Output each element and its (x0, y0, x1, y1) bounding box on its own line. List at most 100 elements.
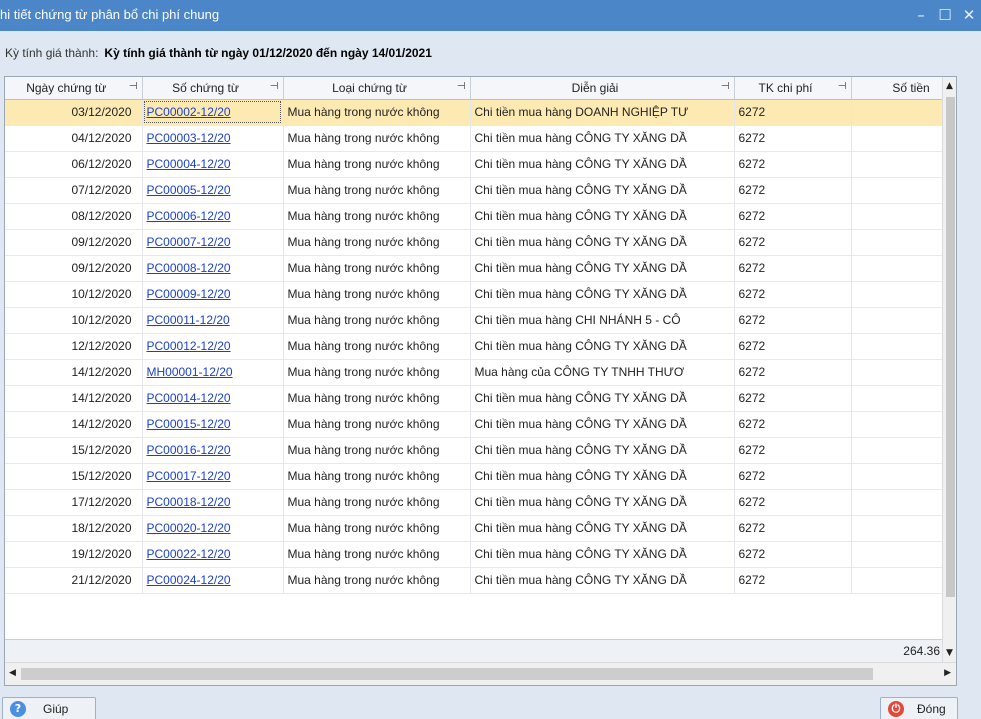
column-header-tk[interactable]: TK chi phí ⊣ (734, 77, 852, 100)
voucher-link[interactable]: PC00016-12/20 (147, 443, 231, 457)
pin-icon[interactable]: ⊣ (457, 81, 466, 92)
maximize-icon[interactable]: ☐ (934, 3, 956, 27)
table-row[interactable]: 15/12/2020 PC00017-12/20 Mua hàng trong nư… (5, 463, 942, 490)
cell-amt: 3.09 (851, 541, 942, 568)
cell-amt: 120.98 (851, 359, 942, 386)
voucher-link[interactable]: PC00024-12/20 (147, 573, 231, 587)
cell-so: PC00024-12/20 (142, 567, 284, 594)
cell-loai: Mua hàng trong nước không (283, 333, 471, 360)
table-row[interactable]: 12/12/2020 PC00012-12/20 Mua hàng trong nư… (5, 333, 942, 360)
cell-loai: Mua hàng trong nước không (283, 489, 471, 516)
close-window-icon[interactable]: ✕ (958, 3, 980, 27)
table-row[interactable]: 07/12/2020 PC00005-12/20 Mua hàng trong nư… (5, 177, 942, 204)
voucher-link[interactable]: PC00008-12/20 (147, 261, 231, 275)
table-row[interactable]: 15/12/2020 PC00016-12/20 Mua hàng trong nư… (5, 437, 942, 464)
voucher-link[interactable]: PC00003-12/20 (147, 131, 231, 145)
cell-date: 10/12/2020 (5, 281, 143, 308)
horizontal-scroll-thumb[interactable] (21, 668, 873, 680)
cell-so: PC00012-12/20 (142, 333, 284, 360)
table-row[interactable]: 04/12/2020 PC00003-12/20 Mua hàng trong nư… (5, 125, 942, 152)
voucher-link[interactable]: PC00012-12/20 (147, 339, 231, 353)
column-header-amt[interactable]: Số tiền (851, 77, 942, 100)
table-row[interactable]: 03/12/2020 PC00002-12/20 Mua hàng trong nư… (5, 99, 942, 126)
voucher-link[interactable]: PC00005-12/20 (147, 183, 231, 197)
cell-dien: Chi tiền mua hàng CÔNG TY XĂNG DẦ (470, 463, 735, 490)
scroll-down-icon[interactable]: ▼ (946, 648, 953, 658)
table-row[interactable]: 14/12/2020 MH00001-12/20 Mua hàng trong nư… (5, 359, 942, 386)
cell-so: PC00015-12/20 (142, 411, 284, 438)
scroll-up-icon[interactable]: ▲ (946, 81, 953, 91)
pin-icon[interactable]: ⊣ (270, 81, 279, 92)
cell-tk: 6272 (734, 307, 852, 334)
voucher-link[interactable]: PC00007-12/20 (147, 235, 231, 249)
cell-date: 14/12/2020 (5, 359, 143, 386)
column-header-so[interactable]: Số chứng từ ⊣ (142, 77, 284, 100)
scroll-right-icon[interactable]: ▶ (944, 668, 951, 678)
cell-so: PC00007-12/20 (142, 229, 284, 256)
cell-date: 15/12/2020 (5, 437, 143, 464)
column-header-loai[interactable]: Loại chứng từ ⊣ (283, 77, 471, 100)
table-row[interactable]: 14/12/2020 PC00015-12/20 Mua hàng trong nư… (5, 411, 942, 438)
cell-amt: 3.58 (851, 255, 942, 282)
cell-so: PC00016-12/20 (142, 437, 284, 464)
cell-so: PC00003-12/20 (142, 125, 284, 152)
voucher-link[interactable]: MH00001-12/20 (147, 365, 233, 379)
close-button[interactable]: ⏻ Đóng (880, 697, 958, 719)
cell-amt: 4.54 (851, 567, 942, 594)
window-title: hi tiết chứng từ phân bổ chi phí chung (0, 7, 220, 22)
cell-so: PC00005-12/20 (142, 177, 284, 204)
voucher-link[interactable]: PC00020-12/20 (147, 521, 231, 535)
column-header-label: Số tiền (892, 80, 930, 95)
help-button[interactable]: ? Giúp (2, 697, 96, 719)
column-header-label: TK chi phí (758, 80, 813, 95)
cell-amt: 2.72 (851, 385, 942, 412)
voucher-link[interactable]: PC00002-12/20 (147, 105, 231, 119)
voucher-link[interactable]: PC00011-12/20 (147, 313, 230, 327)
voucher-link[interactable]: PC00006-12/20 (147, 209, 231, 223)
table-row[interactable]: 19/12/2020 PC00022-12/20 Mua hàng trong nư… (5, 541, 942, 568)
cell-dien: Chi tiền mua hàng CÔNG TY XĂNG DẦ (470, 567, 735, 594)
cell-tk: 6272 (734, 463, 852, 490)
cell-date: 15/12/2020 (5, 463, 143, 490)
voucher-table: Ngày chứng từ ⊣ Số chứng từ ⊣ Loại chứng từ ⊣… (5, 77, 942, 594)
voucher-link[interactable]: PC00004-12/20 (147, 157, 231, 171)
column-header-date[interactable]: Ngày chứng từ ⊣ (5, 77, 143, 100)
table-row[interactable]: 06/12/2020 PC00004-12/20 Mua hàng trong nư… (5, 151, 942, 178)
table-row[interactable]: 09/12/2020 PC00008-12/20 Mua hàng trong nư… (5, 255, 942, 282)
pin-icon[interactable]: ⊣ (721, 81, 730, 92)
cell-tk: 6272 (734, 359, 852, 386)
pin-icon[interactable]: ⊣ (129, 81, 138, 92)
table-row[interactable]: 18/12/2020 PC00020-12/20 Mua hàng trong nư… (5, 515, 942, 542)
voucher-link[interactable]: PC00022-12/20 (147, 547, 231, 561)
voucher-link[interactable]: PC00017-12/20 (147, 469, 231, 483)
cell-dien: Chi tiền mua hàng CÔNG TY XĂNG DẦ (470, 437, 735, 464)
horizontal-scrollbar[interactable]: ◀ ▶ (5, 662, 956, 685)
voucher-link[interactable]: PC00015-12/20 (147, 417, 231, 431)
cell-date: 04/12/2020 (5, 125, 143, 152)
cell-dien: Chi tiền mua hàng CÔNG TY XĂNG DẦ (470, 125, 735, 152)
cell-tk: 6272 (734, 515, 852, 542)
voucher-link[interactable]: PC00009-12/20 (147, 287, 231, 301)
pin-icon[interactable]: ⊣ (838, 81, 847, 92)
table-row[interactable]: 17/12/2020 PC00018-12/20 Mua hàng trong nư… (5, 489, 942, 516)
table-row[interactable]: 14/12/2020 PC00014-12/20 Mua hàng trong nư… (5, 385, 942, 412)
cell-amt: 3.00 (851, 437, 942, 464)
minimize-icon[interactable]: – (910, 3, 932, 27)
table-row[interactable]: 08/12/2020 PC00006-12/20 Mua hàng trong nư… (5, 203, 942, 230)
scroll-left-icon[interactable]: ◀ (9, 668, 16, 678)
cell-dien: Chi tiền mua hàng CÔNG TY XĂNG DẦ (470, 385, 735, 412)
cell-dien: Chi tiền mua hàng CÔNG TY XĂNG DẦ (470, 203, 735, 230)
table-row[interactable]: 10/12/2020 PC00009-12/20 Mua hàng trong nư… (5, 281, 942, 308)
cell-tk: 6272 (734, 203, 852, 230)
column-header-dien[interactable]: Diễn giải ⊣ (470, 77, 735, 100)
voucher-link[interactable]: PC00014-12/20 (147, 391, 231, 405)
table-row[interactable]: 10/12/2020 PC00011-12/20 Mua hàng trong nư… (5, 307, 942, 334)
cell-dien: Chi tiền mua hàng CÔNG TY XĂNG DẦ (470, 541, 735, 568)
cell-loai: Mua hàng trong nước không (283, 99, 471, 126)
table-row[interactable]: 21/12/2020 PC00024-12/20 Mua hàng trong nư… (5, 567, 942, 594)
table-row[interactable]: 09/12/2020 PC00007-12/20 Mua hàng trong nư… (5, 229, 942, 256)
costing-period-value: Kỳ tính giá thành từ ngày 01/12/2020 đến… (104, 46, 432, 60)
vertical-scroll-thumb[interactable] (946, 97, 955, 597)
voucher-link[interactable]: PC00018-12/20 (147, 495, 231, 509)
vertical-scrollbar[interactable]: ▲ ▼ (942, 77, 956, 662)
